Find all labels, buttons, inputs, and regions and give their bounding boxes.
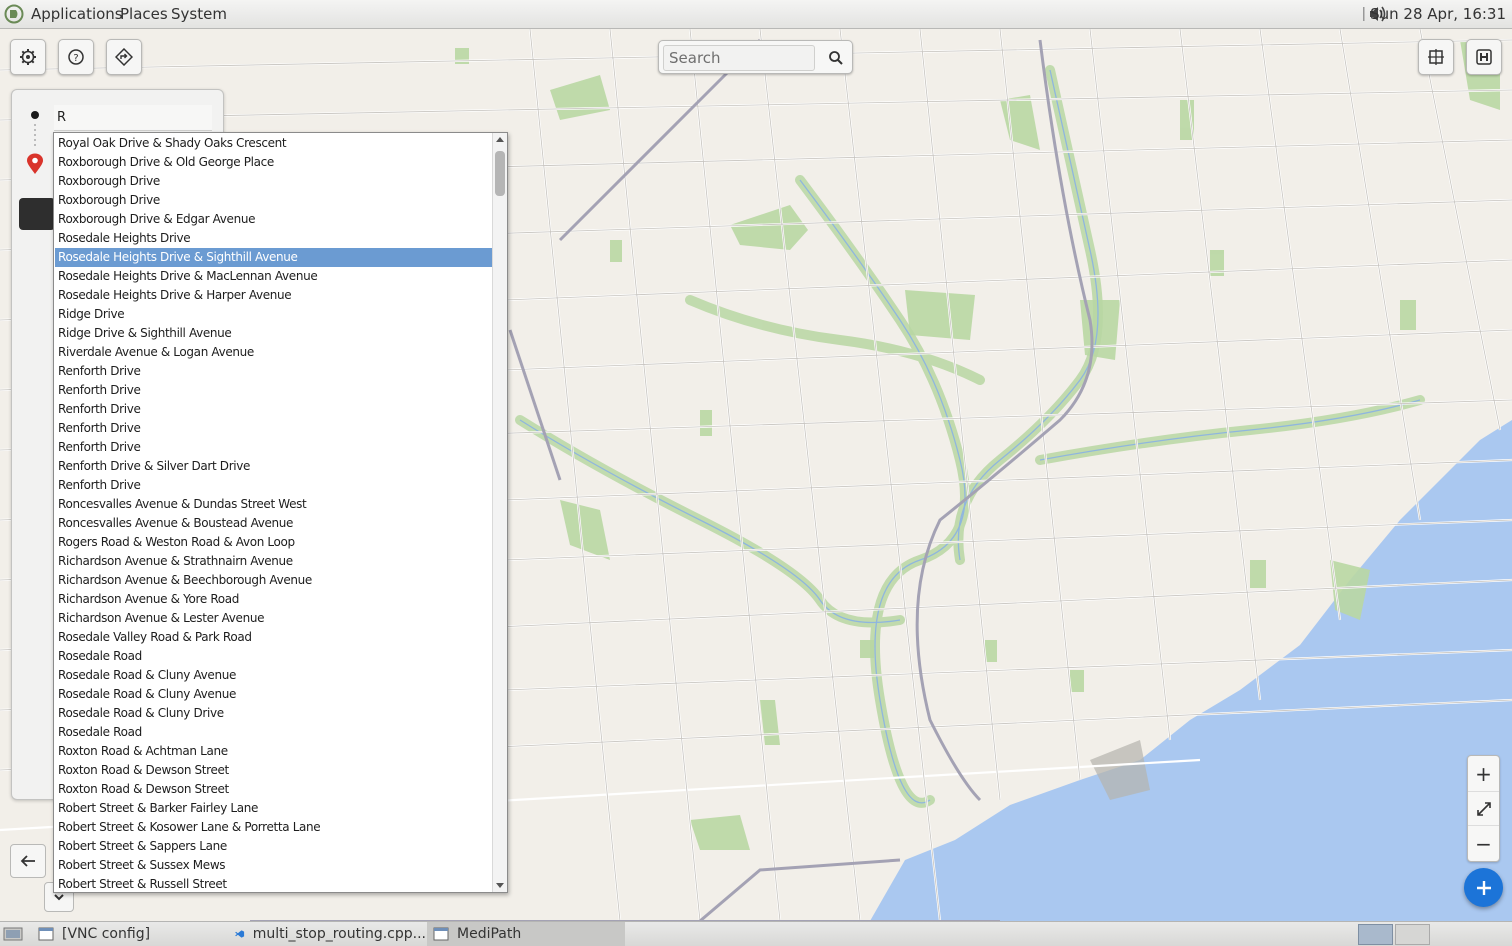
suggestion-item[interactable]: Rosedale Road & Cluny Avenue — [55, 666, 493, 685]
autocomplete-dropdown: Royal Oak Drive & Shady Oaks Crescent Rox… — [53, 132, 508, 893]
suggestion-item[interactable]: Renforth Drive & Silver Dart Drive — [55, 457, 493, 476]
task-label: [VNC config] — [62, 926, 151, 942]
suggestion-item[interactable]: Robert Street & Kosower Lane & Porretta … — [55, 818, 493, 837]
task-label: multi_stop_routing.cpp... — [252, 926, 426, 942]
suggestion-item[interactable]: Rosedale Road & Cluny Drive — [55, 704, 493, 723]
suggestion-item[interactable]: Ridge Drive & Sighthill Avenue — [55, 324, 493, 343]
hospital-icon — [1476, 49, 1492, 65]
search-icon — [829, 51, 843, 65]
suggestion-item[interactable]: Rosedale Heights Drive & Harper Avenue — [55, 286, 493, 305]
suggestion-item[interactable]: Renforth Drive — [55, 362, 493, 381]
directions-icon — [115, 48, 133, 66]
suggestion-item[interactable]: Roxton Road & Dewson Street — [55, 761, 493, 780]
layers-button[interactable] — [1418, 39, 1454, 75]
suggestion-item[interactable]: Renforth Drive — [55, 438, 493, 457]
find-route-button[interactable] — [19, 198, 55, 230]
window-icon — [38, 927, 54, 941]
clock[interactable]: Sun 28 Apr, 16:31 — [1370, 5, 1506, 23]
show-desktop-icon[interactable] — [2, 925, 24, 943]
hospital-button[interactable] — [1466, 39, 1502, 75]
search-input[interactable] — [663, 45, 815, 71]
settings-button[interactable] — [10, 39, 46, 75]
map-pin-icon — [27, 153, 43, 174]
route-start-marker — [31, 111, 39, 119]
vscode-icon — [235, 930, 245, 938]
suggestion-item[interactable]: Rosedale Road — [55, 647, 493, 666]
suggestion-item[interactable]: Rosedale Heights Drive & Sighthill Avenu… — [55, 248, 493, 267]
suggestion-item[interactable]: Rosedale Road — [55, 723, 493, 742]
suggestion-item[interactable]: Richardson Avenue & Yore Road — [55, 590, 493, 609]
suggestion-item[interactable]: Rosedale Heights Drive — [55, 229, 493, 248]
taskbar: [VNC config] multi_stop_routing.cpp... M… — [0, 921, 1512, 946]
help-button[interactable]: ? — [58, 39, 94, 75]
directions-button[interactable] — [106, 39, 142, 75]
window-icon — [433, 927, 449, 941]
zoom-out-button[interactable]: − — [1468, 826, 1499, 861]
zoom-controls: + − — [1467, 755, 1500, 862]
layers-icon — [1428, 49, 1444, 65]
suggestion-list: Royal Oak Drive & Shady Oaks Crescent Rox… — [55, 134, 493, 892]
suggestion-item[interactable]: Royal Oak Drive & Shady Oaks Crescent — [55, 134, 493, 153]
arrow-left-icon — [20, 855, 35, 867]
suggestion-item[interactable]: Richardson Avenue & Strathnairn Avenue — [55, 552, 493, 571]
suggestion-item[interactable]: Renforth Drive — [55, 381, 493, 400]
plus-icon — [1476, 880, 1491, 895]
suggestion-item[interactable]: Robert Street & Sappers Lane — [55, 837, 493, 856]
menu-applications[interactable]: Applications — [31, 5, 123, 23]
add-stop-button[interactable] — [1464, 868, 1503, 907]
back-button[interactable] — [10, 844, 46, 878]
task-vnc-config[interactable]: [VNC config] — [32, 922, 228, 946]
workspace-1[interactable] — [1358, 924, 1393, 945]
suggestion-item[interactable]: Roxborough Drive & Edgar Avenue — [55, 210, 493, 229]
menu-system[interactable]: System — [171, 5, 227, 23]
suggestion-item[interactable]: Roxborough Drive & Old George Place — [55, 153, 493, 172]
scroll-thumb[interactable] — [495, 151, 505, 196]
zoom-in-button[interactable]: + — [1468, 756, 1499, 791]
suggestion-item[interactable]: Rosedale Valley Road & Park Road — [55, 628, 493, 647]
suggestion-item[interactable]: Richardson Avenue & Beechborough Avenue — [55, 571, 493, 590]
distro-logo-icon[interactable] — [4, 4, 24, 24]
svg-text:?: ? — [73, 53, 78, 64]
gear-icon — [20, 49, 36, 65]
suggestion-item[interactable]: Robert Street & Sussex Mews — [55, 856, 493, 875]
suggestion-item[interactable]: Robert Street & Russell Street — [55, 875, 493, 892]
suggestion-item[interactable]: Rosedale Heights Drive & MacLennan Avenu… — [55, 267, 493, 286]
suggestion-item[interactable]: Riverdale Avenue & Logan Avenue — [55, 343, 493, 362]
help-icon: ? — [68, 49, 84, 65]
destination-input[interactable] — [54, 105, 212, 131]
suggestion-item[interactable]: Roxton Road & Dewson Street — [55, 780, 493, 799]
suggestion-item[interactable]: Renforth Drive — [55, 400, 493, 419]
dropdown-scrollbar[interactable] — [492, 133, 507, 892]
suggestion-item[interactable]: Roncesvalles Avenue & Boustead Avenue — [55, 514, 493, 533]
suggestion-item[interactable]: Robert Street & Barker Fairley Lane — [55, 799, 493, 818]
suggestion-item[interactable]: Renforth Drive — [55, 419, 493, 438]
suggestion-item[interactable]: Renforth Drive — [55, 476, 493, 495]
suggestion-item[interactable]: Rosedale Road & Cluny Avenue — [55, 685, 493, 704]
task-vscode[interactable]: multi_stop_routing.cpp... — [229, 922, 426, 946]
zoom-fit-button[interactable] — [1468, 791, 1499, 826]
workspace-2[interactable] — [1395, 924, 1430, 945]
suggestion-item[interactable]: Rogers Road & Weston Road & Avon Loop — [55, 533, 493, 552]
expand-icon — [1476, 801, 1491, 816]
suggestion-item[interactable]: Roxborough Drive — [55, 191, 493, 210]
top-panel: Applications Places System Sun 28 Apr, 1… — [0, 0, 1512, 29]
scroll-up-arrow-icon[interactable] — [496, 137, 504, 142]
search-button[interactable] — [822, 44, 850, 72]
suggestion-item[interactable]: Richardson Avenue & Lester Avenue — [55, 609, 493, 628]
suggestion-item[interactable]: Ridge Drive — [55, 305, 493, 324]
task-medipath[interactable]: MediPath — [427, 922, 625, 946]
route-connector — [34, 124, 36, 148]
menu-places[interactable]: Places — [120, 5, 168, 23]
suggestion-item[interactable]: Roncesvalles Avenue & Dundas Street West — [55, 495, 493, 514]
suggestion-item[interactable]: Roxton Road & Achtman Lane — [55, 742, 493, 761]
search-bar — [658, 40, 853, 74]
task-label: MediPath — [457, 926, 522, 942]
scroll-down-arrow-icon[interactable] — [496, 883, 504, 888]
suggestion-item[interactable]: Roxborough Drive — [55, 172, 493, 191]
